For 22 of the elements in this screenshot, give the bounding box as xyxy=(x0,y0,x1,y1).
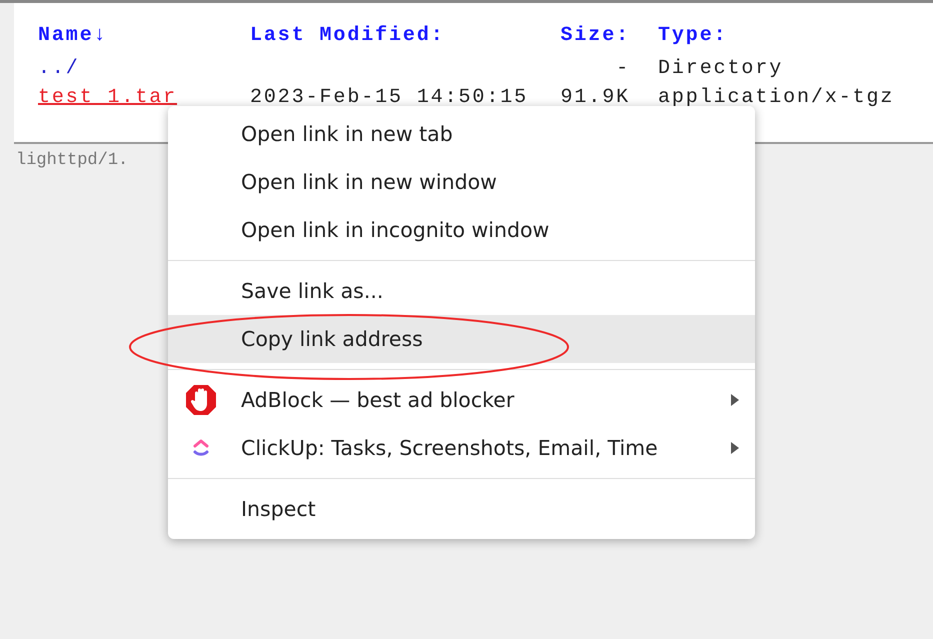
column-header[interactable]: Size: xyxy=(559,21,630,50)
menu-item[interactable]: Open link in incognito window xyxy=(168,206,755,254)
submenu-arrow-icon xyxy=(729,393,741,407)
server-footer: lighttpd/1. xyxy=(16,151,128,170)
column-header[interactable]: Last Modified: xyxy=(250,21,559,50)
submenu-item[interactable]: ClickUp: Tasks, Screenshots, Email, Time xyxy=(168,424,755,472)
menu-item[interactable]: Open link in new window xyxy=(168,158,755,206)
menu-item[interactable]: Copy link address xyxy=(168,315,755,363)
file-link[interactable]: test_1.tar xyxy=(38,86,178,109)
size-cell-text: - xyxy=(615,56,630,82)
submenu-item[interactable]: AdBlock — best ad blocker xyxy=(168,376,755,424)
column-header[interactable]: Name↓ xyxy=(38,21,250,50)
menu-item[interactable]: Open link in new tab xyxy=(168,110,755,158)
menu-item[interactable]: Save link as... xyxy=(168,267,755,315)
submenu-arrow-icon xyxy=(729,441,741,455)
type-cell-text: application/x-tgz xyxy=(657,85,896,111)
modified-cell-text: 2023-Feb-15 14:50:15 xyxy=(250,85,530,111)
file-link[interactable]: ../ xyxy=(38,57,80,80)
menu-item[interactable]: Inspect xyxy=(168,485,755,533)
type-cell-text: Directory xyxy=(657,56,784,82)
size-cell-text: 91.9K xyxy=(559,85,630,111)
column-header[interactable]: Type: xyxy=(630,21,933,50)
